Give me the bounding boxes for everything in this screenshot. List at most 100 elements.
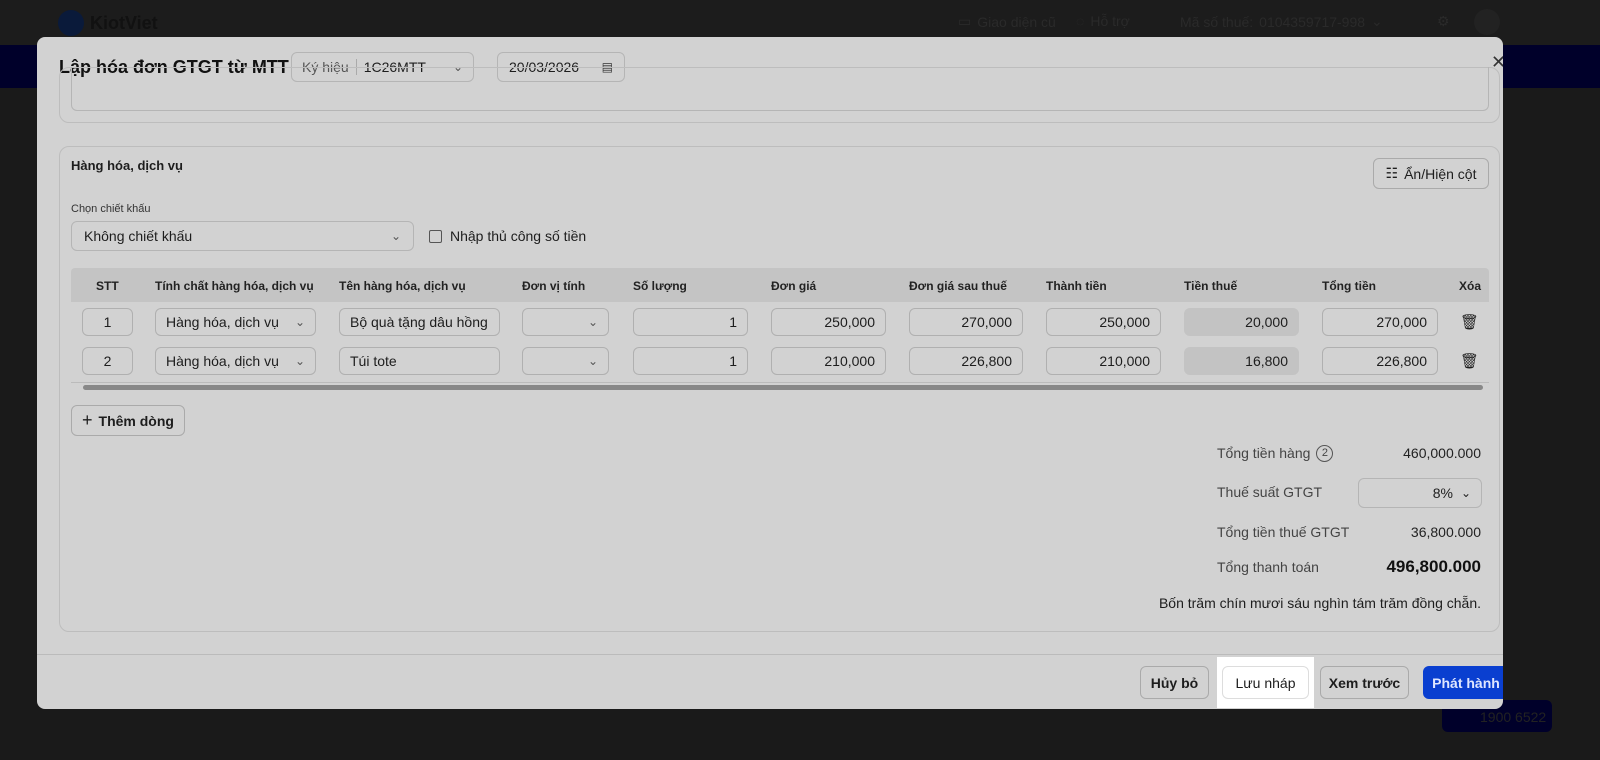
total-input[interactable]: 226,800 [1322, 347, 1438, 375]
issue-label: Phát hành [1432, 674, 1500, 691]
column-header: Tính chất hàng hóa, dịch vụ [155, 279, 314, 293]
quantity-input[interactable]: 1 [633, 347, 748, 375]
tax-amount: 16,800 [1184, 347, 1299, 375]
logo-mark-icon [58, 10, 84, 36]
item-type-select[interactable]: Hàng hóa, dịch vụ ⌄ [155, 308, 316, 336]
amount-input-value: 250,000 [1099, 314, 1150, 330]
item-name-input-value: Túi tote [350, 353, 397, 369]
monitor-icon: ▭ [958, 13, 972, 29]
row-number-value: 1 [103, 314, 112, 330]
tax-amount: 20,000 [1184, 308, 1299, 336]
row-divider [71, 382, 1489, 383]
total-input-value: 226,800 [1376, 353, 1427, 369]
cancel-label: Hủy bỏ [1150, 674, 1199, 691]
total-input[interactable]: 270,000 [1322, 308, 1438, 336]
old-ui-link[interactable]: ▭ Giao diện cũ [958, 13, 1056, 30]
column-header: Số lượng [633, 279, 687, 293]
unit-select[interactable]: ⌄ [522, 308, 609, 336]
row-number: 2 [82, 347, 133, 375]
column-header: Thành tiền [1046, 279, 1107, 293]
discount-label: Chọn chiết khấu [71, 203, 151, 215]
column-header: Xóa [1459, 279, 1482, 293]
goods-total-row: Tổng tiền hàng 2 [1217, 445, 1334, 462]
grand-total-label: Tổng thanh toán [1217, 559, 1319, 575]
manual-amount-label: Nhập thủ công số tiền [450, 228, 587, 244]
hotline-number: 1900 6522 [1480, 709, 1547, 725]
gear-icon[interactable]: ⚙ [1437, 13, 1450, 30]
amount-input-value: 210,000 [1099, 353, 1150, 369]
goods-total-value: 460,000.000 [1403, 445, 1481, 461]
price-after-tax-input[interactable]: 270,000 [909, 308, 1023, 336]
tax-code-selector[interactable]: Mã số thuế: 0104359717-998 ⌄ [1180, 13, 1383, 30]
column-header: Tên hàng hóa, dịch vụ [339, 279, 466, 293]
logo-text: KiotViet [90, 12, 158, 33]
vat-total-value: 36,800.000 [1410, 524, 1481, 540]
chevron-down-icon: ⌄ [294, 354, 305, 368]
column-header: Tiền thuế [1184, 279, 1238, 293]
item-name-input[interactable]: Túi tote [339, 347, 500, 375]
chevron-down-icon: ⌄ [294, 315, 305, 329]
plus-icon: + [82, 410, 93, 430]
manual-amount-checkbox[interactable] [429, 230, 442, 243]
amount-input[interactable]: 250,000 [1046, 308, 1161, 336]
vat-rate-value: 8% [1432, 485, 1453, 501]
cancel-button[interactable]: Hủy bỏ [1140, 666, 1209, 699]
save-draft-label: Lưu nháp [1235, 674, 1296, 691]
item-name-input-value: Bộ quà tặng dâu hồng [350, 314, 488, 330]
discount-value: Không chiết khấu [84, 228, 193, 244]
item-type-select-value: Hàng hóa, dịch vụ [166, 314, 279, 330]
notes-textarea[interactable] [71, 67, 1489, 111]
avatar[interactable] [1474, 9, 1500, 35]
save-draft-button[interactable]: Lưu nháp [1222, 666, 1309, 699]
discount-select[interactable]: Không chiết khấu ⌄ [71, 221, 414, 251]
chevron-down-icon: ⌄ [1371, 13, 1383, 29]
unit-price-input[interactable]: 210,000 [771, 347, 886, 375]
goods-total-label: Tổng tiền hàng [1217, 445, 1311, 461]
vat-rate-select[interactable]: 8% ⌄ [1358, 478, 1482, 508]
preview-label: Xem trước [1328, 674, 1401, 691]
price-after-tax-input-value: 270,000 [961, 314, 1012, 330]
add-row-button[interactable]: + Thêm dòng [71, 405, 185, 436]
unit-select[interactable]: ⌄ [522, 347, 609, 375]
item-name-input[interactable]: Bộ quà tặng dâu hồng [339, 308, 500, 336]
delete-row-icon[interactable]: 🗑 [1460, 352, 1479, 370]
toggle-columns-label: Ẩn/Hiện cột [1404, 165, 1477, 182]
quantity-input[interactable]: 1 [633, 308, 748, 336]
row-number-value: 2 [103, 353, 112, 369]
price-after-tax-input[interactable]: 226,800 [909, 347, 1023, 375]
item-type-select[interactable]: Hàng hóa, dịch vụ ⌄ [155, 347, 316, 375]
unit-price-input-value: 250,000 [824, 314, 875, 330]
support-link[interactable]: ◌ Hỗ trợ [1076, 13, 1130, 29]
item-type-select-value: Hàng hóa, dịch vụ [166, 353, 279, 369]
tax-code: 0104359717-998 [1259, 13, 1366, 30]
delete-row-icon[interactable]: 🗑 [1460, 313, 1479, 331]
tax-amount-value: 20,000 [1245, 314, 1288, 330]
old-ui-label: Giao diện cũ [977, 13, 1056, 30]
preview-button[interactable]: Xem trước [1320, 666, 1409, 699]
add-row-label: Thêm dòng [98, 412, 174, 429]
quantity-input-value: 1 [729, 314, 737, 330]
toggle-columns-button[interactable]: ☷ Ẩn/Hiện cột [1373, 158, 1489, 189]
column-header: Đơn giá [771, 279, 817, 293]
horizontal-scrollbar[interactable] [83, 385, 1483, 390]
quantity-input-value: 1 [729, 353, 737, 369]
vat-rate-label: Thuế suất GTGT [1217, 484, 1323, 500]
unit-price-input[interactable]: 250,000 [771, 308, 886, 336]
column-header: Đơn vị tính [522, 279, 586, 293]
vat-total-label: Tổng tiền thuế GTGT [1217, 524, 1350, 540]
column-header: Đơn giá sau thuế [909, 279, 1007, 293]
amount-input[interactable]: 210,000 [1046, 347, 1161, 375]
column-header: STT [96, 279, 119, 293]
support-label: Hỗ trợ [1090, 13, 1130, 29]
issue-button[interactable]: Phát hành [1423, 666, 1503, 699]
row-number: 1 [82, 308, 133, 336]
logo[interactable]: KiotViet [58, 10, 158, 36]
create-invoice-modal: Lập hóa đơn GTGT từ MTT Ký hiệu 1C26MTT … [37, 37, 1503, 709]
chevron-down-icon: ⌄ [587, 354, 598, 368]
grand-total-value: 496,800.000 [1386, 557, 1481, 576]
tax-label: Mã số thuế: [1180, 13, 1254, 30]
total-input-value: 270,000 [1376, 314, 1427, 330]
unit-price-input-value: 210,000 [824, 353, 875, 369]
footer-divider [37, 654, 1503, 655]
item-count-badge: 2 [1316, 445, 1334, 462]
